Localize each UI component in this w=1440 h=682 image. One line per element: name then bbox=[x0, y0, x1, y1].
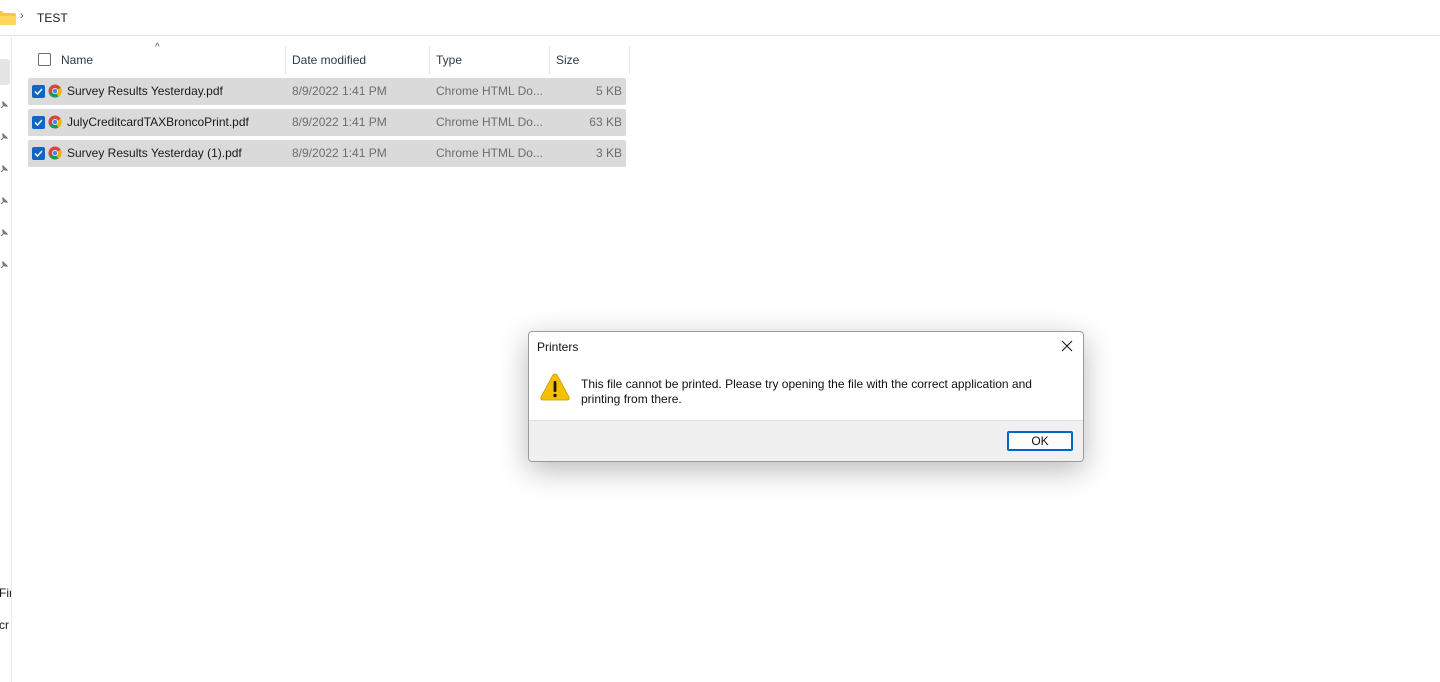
breadcrumb-separator-icon: › bbox=[20, 10, 24, 22]
row-checkbox[interactable] bbox=[32, 116, 45, 129]
dialog-title: Printers bbox=[537, 340, 579, 354]
navigation-pane: Fir cr bbox=[0, 37, 12, 682]
nav-item-label[interactable]: Fir bbox=[0, 586, 11, 600]
printers-dialog: Printers This file cannot be printed. Pl… bbox=[528, 331, 1084, 462]
column-header-type[interactable]: Type bbox=[429, 46, 549, 74]
column-header-name-label: Name bbox=[61, 53, 94, 67]
file-name[interactable]: JulyCreditcardTAXBroncoPrint.pdf bbox=[67, 115, 249, 129]
pin-icon[interactable] bbox=[0, 229, 8, 237]
dialog-footer: OK bbox=[529, 420, 1083, 461]
dialog-message: This file cannot be printed. Please try … bbox=[581, 377, 1032, 406]
file-type: Chrome HTML Do... bbox=[436, 146, 543, 160]
column-header-type-label: Type bbox=[436, 53, 463, 67]
file-name[interactable]: Survey Results Yesterday (1).pdf bbox=[67, 146, 242, 160]
chrome-icon bbox=[48, 146, 62, 160]
column-header-date[interactable]: Date modified bbox=[285, 46, 429, 74]
column-header-name[interactable]: Name bbox=[55, 46, 285, 74]
pin-icon[interactable] bbox=[0, 133, 8, 141]
file-date: 8/9/2022 1:41 PM bbox=[292, 84, 387, 98]
file-size: 5 KB bbox=[595, 84, 622, 98]
select-all-checkbox[interactable] bbox=[38, 53, 51, 66]
file-name[interactable]: Survey Results Yesterday.pdf bbox=[67, 84, 223, 98]
chrome-icon bbox=[48, 115, 62, 129]
file-type: Chrome HTML Do... bbox=[436, 84, 543, 98]
nav-selected-item[interactable] bbox=[0, 59, 10, 85]
ok-button[interactable]: OK bbox=[1007, 431, 1073, 451]
file-row[interactable]: JulyCreditcardTAXBroncoPrint.pdf 8/9/202… bbox=[28, 109, 626, 136]
close-icon[interactable] bbox=[1059, 338, 1075, 354]
nav-item-label[interactable]: cr bbox=[0, 618, 11, 632]
pin-icon[interactable] bbox=[0, 165, 8, 173]
checkmark-icon bbox=[34, 119, 43, 127]
file-size: 63 KB bbox=[589, 115, 622, 129]
checkmark-icon bbox=[34, 88, 43, 96]
warning-icon bbox=[540, 373, 570, 401]
file-date: 8/9/2022 1:41 PM bbox=[292, 115, 387, 129]
address-bar[interactable]: › TEST bbox=[0, 0, 1440, 36]
folder-icon bbox=[0, 11, 16, 25]
file-row[interactable]: Survey Results Yesterday (1).pdf 8/9/202… bbox=[28, 140, 626, 167]
pin-icon[interactable] bbox=[0, 101, 8, 109]
row-checkbox[interactable] bbox=[32, 147, 45, 160]
file-row[interactable]: Survey Results Yesterday.pdf 8/9/2022 1:… bbox=[28, 78, 626, 105]
column-header-date-label: Date modified bbox=[292, 53, 367, 67]
column-header: ^ Name Date modified Type Size bbox=[28, 42, 630, 74]
file-date: 8/9/2022 1:41 PM bbox=[292, 146, 387, 160]
column-header-size-label: Size bbox=[556, 53, 580, 67]
pin-icon[interactable] bbox=[0, 261, 8, 269]
checkmark-icon bbox=[34, 150, 43, 158]
pin-icon[interactable] bbox=[0, 197, 8, 205]
file-type: Chrome HTML Do... bbox=[436, 115, 543, 129]
chrome-icon bbox=[48, 84, 62, 98]
row-checkbox[interactable] bbox=[32, 85, 45, 98]
file-size: 3 KB bbox=[595, 146, 622, 160]
column-header-size[interactable]: Size bbox=[549, 46, 630, 74]
breadcrumb-test[interactable]: TEST bbox=[37, 11, 68, 25]
